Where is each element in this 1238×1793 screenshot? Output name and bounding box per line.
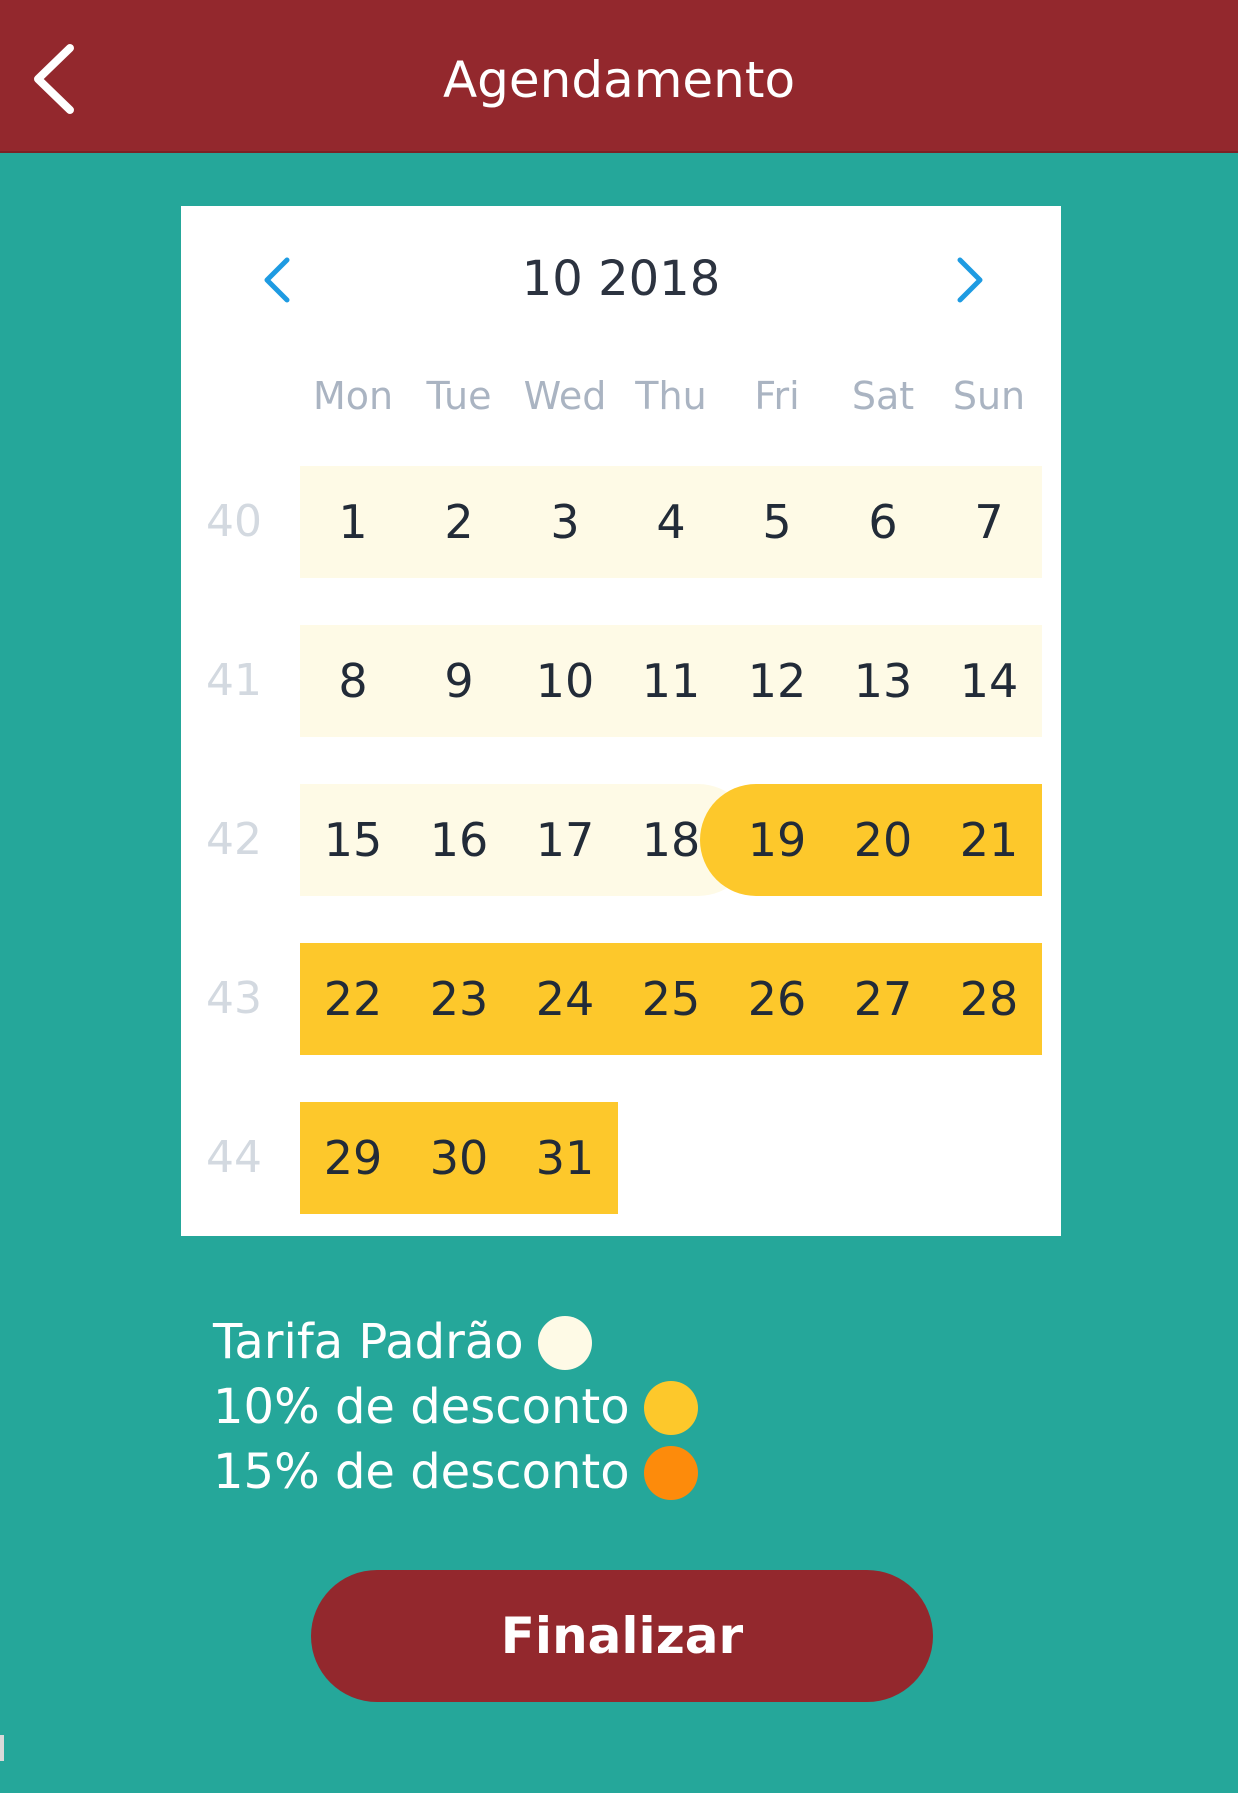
day-cell-25[interactable]: 25 <box>618 943 724 1055</box>
scroll-indicator <box>0 1735 4 1761</box>
day-cell-14[interactable]: 14 <box>936 625 1042 737</box>
weekday-sat: Sat <box>851 374 915 418</box>
day-cell-28[interactable]: 28 <box>936 943 1042 1055</box>
day-cell-26[interactable]: 26 <box>724 943 830 1055</box>
day-cell-16[interactable]: 16 <box>406 784 512 896</box>
weekday-mon: Mon <box>312 374 394 418</box>
day-cell-8[interactable]: 8 <box>300 625 406 737</box>
day-cell-5[interactable]: 5 <box>724 466 830 578</box>
finalize-button[interactable]: Finalizar <box>311 1570 933 1702</box>
day-cell-11[interactable]: 11 <box>618 625 724 737</box>
day-cell-24[interactable]: 24 <box>512 943 618 1055</box>
weekday-tue: Tue <box>426 374 492 418</box>
week-number: 42 <box>206 814 262 865</box>
day-cell-1[interactable]: 1 <box>300 466 406 578</box>
legend-item-discount-10: 10% de desconto <box>213 1375 698 1440</box>
legend-label: Tarifa Padrão <box>213 1314 524 1370</box>
day-cell-10[interactable]: 10 <box>512 625 618 737</box>
legend-item-standard: Tarifa Padrão <box>213 1310 698 1375</box>
day-cell-9[interactable]: 9 <box>406 625 512 737</box>
chevron-right-icon <box>957 257 983 303</box>
day-cell-6[interactable]: 6 <box>830 466 936 578</box>
month-navigation: 10 2018 <box>181 236 1061 316</box>
month-label: 10 2018 <box>521 251 721 307</box>
day-cell-22[interactable]: 22 <box>300 943 406 1055</box>
legend-label: 10% de desconto <box>213 1379 630 1435</box>
day-cell-3[interactable]: 3 <box>512 466 618 578</box>
page-title: Agendamento <box>442 51 796 109</box>
day-cell-27[interactable]: 27 <box>830 943 936 1055</box>
day-cell-2[interactable]: 2 <box>406 466 512 578</box>
day-cell-20[interactable]: 20 <box>830 784 936 896</box>
day-cell-12[interactable]: 12 <box>724 625 830 737</box>
day-cell-30[interactable]: 30 <box>406 1102 512 1214</box>
weekday-sun: Sun <box>952 374 1026 418</box>
day-cell-19[interactable]: 19 <box>724 784 830 896</box>
week-number: 40 <box>206 496 262 547</box>
day-cell-21[interactable]: 21 <box>936 784 1042 896</box>
legend-swatch <box>643 1445 698 1500</box>
weekday-thu: Thu <box>635 374 707 418</box>
week-number: 44 <box>206 1132 262 1183</box>
app-header: Agendamento <box>0 0 1238 153</box>
week-number: 41 <box>206 655 262 706</box>
weekday-wed: Wed <box>523 374 607 418</box>
day-cell-29[interactable]: 29 <box>300 1102 406 1214</box>
day-cell-13[interactable]: 13 <box>830 625 936 737</box>
legend-swatch <box>643 1380 698 1435</box>
day-cell-23[interactable]: 23 <box>406 943 512 1055</box>
day-cell-17[interactable]: 17 <box>512 784 618 896</box>
day-cell-31[interactable]: 31 <box>512 1102 618 1214</box>
day-cell-4[interactable]: 4 <box>618 466 724 578</box>
calendar: 10 2018 Mon Tue Wed Thu Fri Sat Sun 40 1 2 3 4 5 6 7 4… <box>181 206 1061 1236</box>
day-cell-18[interactable]: 18 <box>618 784 724 896</box>
weekday-fri: Fri <box>754 374 800 418</box>
day-cell-7[interactable]: 7 <box>936 466 1042 578</box>
legend-swatch <box>537 1315 592 1370</box>
legend-label: 15% de desconto <box>213 1444 630 1500</box>
legend-item-discount-15: 15% de desconto <box>213 1440 698 1505</box>
week-number: 43 <box>206 973 262 1024</box>
day-cell-15[interactable]: 15 <box>300 784 406 896</box>
next-month-button[interactable] <box>938 250 998 310</box>
rate-legend: Tarifa Padrão 10% de desconto 15% de des… <box>213 1310 698 1505</box>
